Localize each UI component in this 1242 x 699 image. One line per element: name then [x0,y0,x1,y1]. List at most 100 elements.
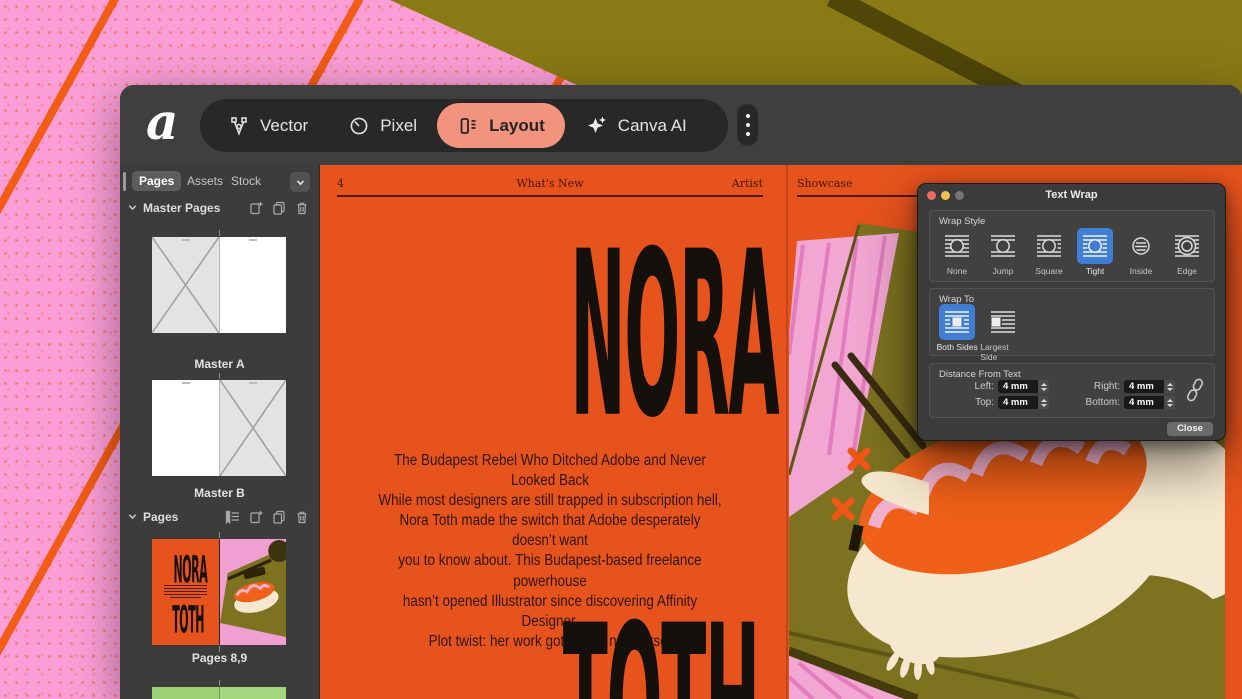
next-pages-thumbnail[interactable] [152,687,286,699]
distance-top-stepper[interactable] [1038,396,1049,409]
master-a-thumbnail[interactable] [152,237,286,333]
master-a-right-page [219,237,286,333]
wrap-square-icon [1031,228,1067,264]
distance-right-label: Right: [1068,381,1120,392]
next-right-page [219,687,286,699]
document-canvas[interactable]: 4 What's New Artist Showcase NORA The Bu… [320,165,1242,699]
panel-tab-assets[interactable]: Assets [180,171,230,191]
wrap-to-both-sides[interactable]: Both Sides [934,304,980,362]
close-button[interactable]: Close [1167,422,1213,436]
text-wrap-dialog: Text Wrap Wrap Style None [917,183,1226,441]
wrap-to-largest-side[interactable]: Largest Side [980,304,1026,362]
duplicate-page-icon[interactable] [272,201,286,215]
headline-nora[interactable]: NORA [438,239,662,367]
master-b-thumbnail[interactable] [152,380,286,476]
tab-vector-label: Vector [260,116,308,136]
page-8-thumb: NORA TOTH [152,539,219,645]
distance-left-field[interactable]: 4 mm [998,380,1038,393]
wrap-style-edge[interactable]: Edge [1164,228,1210,276]
running-head-right[interactable]: Artist [337,177,763,190]
thumb-headline-nora: NORA [152,551,219,577]
tab-layout[interactable]: Layout [437,103,565,148]
distance-left-stepper[interactable] [1038,380,1049,393]
master-a-left-page [152,237,219,333]
master-b-left-page [152,380,219,476]
thumb-sushi-illustration [220,539,286,645]
running-head-showcase[interactable]: Showcase [797,177,853,190]
wrap-style-label: Wrap Style [939,216,985,227]
layout-icon [457,115,479,137]
left-header-rule [337,195,763,197]
top-toolbar: a Vector [120,85,1242,165]
panel-tab-stock[interactable]: Stock [224,171,268,191]
wrap-none-icon [939,228,975,264]
panel-tab-bar: Pages Assets Stock [120,169,319,193]
app-window: a Vector [120,85,1242,699]
dialog-title: Text Wrap [918,189,1225,201]
pages-section-header[interactable]: Pages [120,509,319,527]
delete-page-icon[interactable] [295,201,309,215]
wrap-both-sides-icon [939,304,975,340]
panel-tab-pages[interactable]: Pages [132,171,181,191]
wrap-style-square[interactable]: Square [1026,228,1072,276]
pages-panel: Pages Assets Stock Master Pages [120,165,320,699]
tab-layout-label: Layout [489,116,545,136]
desktop: a Vector [0,0,1242,699]
wrap-jump-icon [985,228,1021,264]
distance-right-stepper[interactable] [1164,380,1175,393]
pages-section-title: Pages [143,510,178,524]
wrap-edge-icon [1169,228,1205,264]
wrap-largest-side-icon [985,304,1021,340]
distance-top-field[interactable]: 4 mm [998,396,1038,409]
tab-pixel-label: Pixel [380,116,417,136]
wrap-tight-icon [1077,228,1113,264]
body-line: The Budapest Rebel Who Ditched Adobe and… [376,451,724,491]
apply-master-icon[interactable] [225,510,240,524]
body-line: Nora Toth made the switch that Adobe des… [376,511,724,551]
wrap-style-tight[interactable]: Tight [1072,228,1118,276]
wrap-style-group: Wrap Style None [929,210,1215,282]
chevron-down-icon [128,512,137,521]
distance-left-label: Left: [944,381,994,392]
pen-nib-icon [228,115,250,137]
headline-toth[interactable]: TOTH [438,613,662,699]
page-9-thumb [219,539,286,645]
affinity-logo-icon[interactable]: a [146,93,178,151]
distance-bottom-stepper[interactable] [1164,396,1175,409]
next-left-page [152,687,219,699]
master-a-label: Master A [120,357,319,371]
distance-top-label: Top: [944,397,994,408]
master-b-label: Master B [120,486,319,500]
pixel-circle-icon [348,115,370,137]
page-spine [786,165,788,699]
distance-bottom-field[interactable]: 4 mm [1124,396,1164,409]
duplicate-page-icon[interactable] [272,510,286,524]
sparkles-icon [585,114,608,137]
thumb-headline-toth: TOTH [152,601,219,627]
delete-page-icon[interactable] [295,510,309,524]
master-b-right-page [219,380,286,476]
tab-canva-ai[interactable]: Canva AI [565,103,707,148]
wrap-style-none[interactable]: None [934,228,980,276]
tab-canva-ai-label: Canva AI [618,116,687,136]
distance-bottom-label: Bottom: [1068,397,1120,408]
pages-8-9-label: Pages 8,9 [120,651,319,665]
wrap-style-jump[interactable]: Jump [980,228,1026,276]
master-pages-section-title: Master Pages [143,201,220,215]
wrap-inside-icon [1123,228,1159,264]
add-master-page-icon[interactable] [249,201,263,215]
body-line: While most designers are still trapped i… [376,491,724,511]
toolbar-overflow-menu-button[interactable] [737,104,758,146]
distance-label: Distance From Text [939,369,1021,380]
tab-pixel[interactable]: Pixel [328,103,437,148]
chevron-down-icon [128,203,137,212]
add-page-icon[interactable] [249,510,263,524]
panel-options-button[interactable] [290,172,310,192]
master-pages-section-header[interactable]: Master Pages [120,200,319,218]
pages-8-9-thumbnail[interactable]: NORA TOTH [152,539,286,645]
persona-tab-bar: Vector Pixel [200,99,728,152]
wrap-style-inside[interactable]: Inside [1118,228,1164,276]
distance-right-field[interactable]: 4 mm [1124,380,1164,393]
wrap-to-group: Wrap To [929,288,1215,356]
tab-vector[interactable]: Vector [208,103,328,148]
